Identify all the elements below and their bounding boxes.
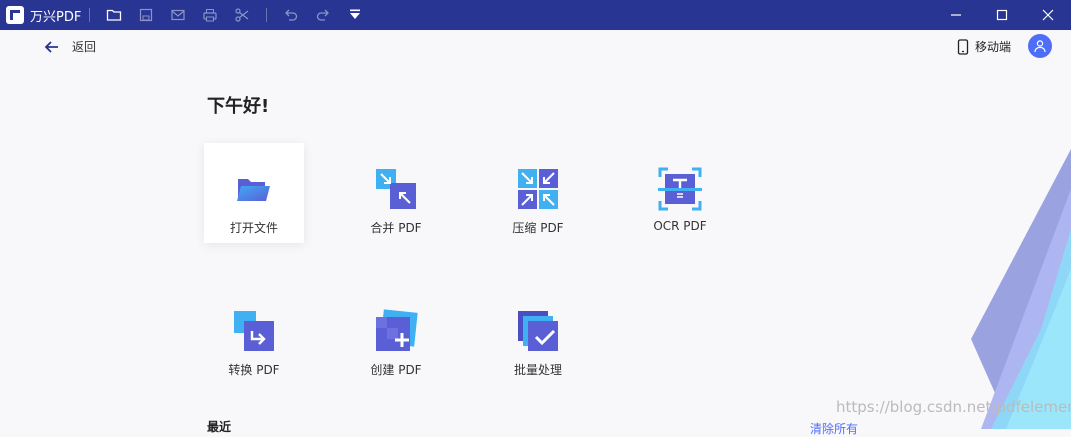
tile-create-pdf[interactable]: 创建 PDF [346, 285, 446, 385]
app-title: 万兴PDF [30, 9, 82, 25]
tile-convert-pdf[interactable]: 转换 PDF [204, 285, 304, 385]
convert-icon [234, 311, 274, 351]
mobile-label: 移动端 [974, 40, 1011, 54]
watermark: https://blog.csdn.net/pdfelement [836, 398, 1071, 416]
print-icon[interactable] [201, 6, 219, 24]
tile-label: 批量处理 [513, 363, 562, 377]
tile-batch-process[interactable]: 批量处理 [488, 285, 588, 385]
title-bar: 万兴PDF [0, 0, 1071, 30]
app-logo [6, 6, 24, 24]
save-icon[interactable] [137, 6, 155, 24]
tile-label: OCR PDF [653, 219, 707, 233]
user-icon [1034, 40, 1046, 53]
scissors-icon[interactable] [233, 6, 251, 24]
tile-ocr-pdf[interactable]: OCR PDF [630, 143, 730, 243]
maximize-icon[interactable] [979, 0, 1025, 30]
tile-merge-pdf[interactable]: 合并 PDF [346, 143, 446, 243]
redo-icon[interactable] [314, 6, 332, 24]
minimize-icon[interactable] [933, 0, 979, 30]
dropdown-icon[interactable] [346, 6, 364, 24]
close-icon[interactable] [1025, 0, 1071, 30]
folder-icon[interactable] [105, 6, 123, 24]
batch-icon [518, 311, 558, 351]
tile-label: 打开文件 [229, 221, 278, 235]
tile-open-file[interactable]: 打开文件 [204, 143, 304, 243]
arrow-left-icon [44, 40, 58, 53]
back-button[interactable]: 返回 [44, 38, 96, 55]
tile-compress-pdf[interactable]: 压缩 PDF [488, 143, 588, 243]
tile-label: 转换 PDF [228, 363, 280, 377]
tile-label: 合并 PDF [370, 221, 422, 235]
tile-label: 创建 PDF [370, 363, 422, 377]
merge-icon [376, 169, 416, 209]
phone-icon [957, 38, 969, 55]
recent-title: 最近 [207, 420, 232, 434]
open-folder-icon [237, 179, 270, 201]
top-nav: 返回 移动端 [0, 30, 1071, 64]
divider [266, 8, 268, 22]
back-label: 返回 [72, 40, 97, 54]
mail-icon[interactable] [169, 6, 187, 24]
divider [89, 8, 91, 22]
ocr-icon [658, 167, 702, 211]
compress-icon [518, 169, 558, 209]
mobile-button[interactable]: 移动端 [957, 38, 1011, 55]
create-icon [376, 309, 418, 351]
window-controls [933, 0, 1071, 30]
avatar[interactable] [1028, 34, 1052, 58]
tile-label: 压缩 PDF [512, 221, 564, 235]
decorative-sheets [971, 149, 1071, 429]
undo-icon[interactable] [282, 6, 300, 24]
greeting-title: 下午好! [207, 96, 270, 117]
